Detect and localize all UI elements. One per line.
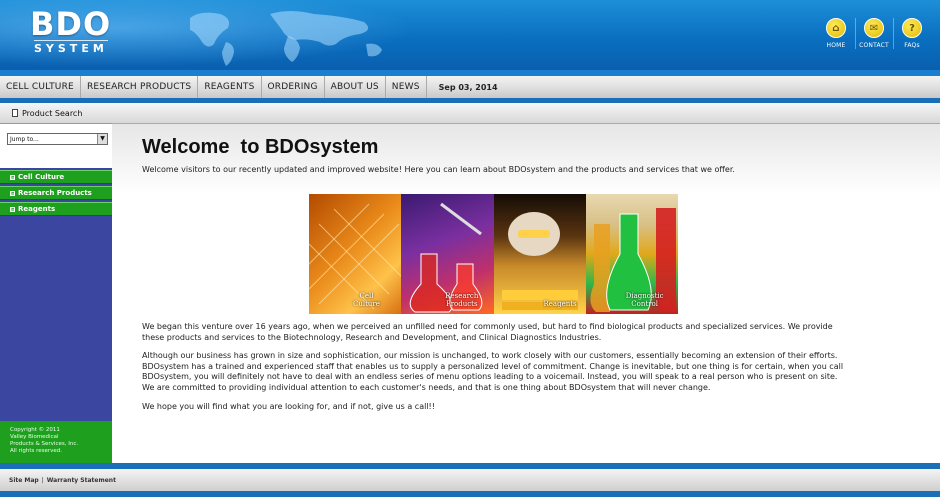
contact-icon: ✉ [864,18,884,38]
category-image-collage: Cell Culture Research Products Reagents [309,194,678,314]
nav-research-products[interactable]: RESEARCH PRODUCTS [81,76,199,98]
about-paragraph-3: We hope you will find what you are looki… [142,402,435,411]
nav-cell-culture[interactable]: CELL CULTURE [0,76,81,98]
expand-icon: ⊟ [10,206,16,213]
copyright-box: Copyright © 2011 Valley Biomedical Produ… [0,421,112,463]
intro-text: Welcome visitors to our recently updated… [142,165,735,174]
chevron-down-icon[interactable]: ▼ [97,134,107,144]
scientist-graphic [501,212,578,310]
research-products-caption: Research Products [445,292,479,308]
content-top-bar [112,103,940,124]
copyright-line: Copyright © 2011 [10,427,60,433]
page-title: Welcome to BDOsystem [142,136,379,158]
site-logo[interactable]: BDO [30,8,111,40]
home-link[interactable]: ⌂ HOME [818,18,854,49]
faq-label: FAQs [904,42,920,49]
sidebar-item-cell-culture[interactable]: ⊟ Cell Culture [0,170,112,184]
footer-bottom-bar [0,491,940,497]
copyright-line: Valley Biomedical [10,434,59,440]
cell-culture-caption: Cell Culture [353,292,380,308]
jump-to-select[interactable]: Jump to... ▼ [7,133,108,145]
reagents-caption: Reagents [543,300,577,308]
faq-link[interactable]: ? FAQs [893,18,930,49]
footer-separator: | [41,476,44,484]
contact-label: CONTACT [859,42,889,49]
main-nav: CELL CULTURE RESEARCH PRODUCTS REAGENTS … [0,76,940,98]
copyright-line: All rights reserved. [10,448,63,454]
sitemap-link[interactable]: Site Map [9,477,39,484]
document-icon [12,109,18,117]
product-search-header[interactable]: Product Search [0,103,112,124]
warranty-statement-link[interactable]: Warranty Statement [47,477,116,484]
copyright-line: Products & Services, Inc. [10,441,79,447]
jump-area: Jump to... ▼ [0,124,112,168]
nav-reagents[interactable]: REAGENTS [198,76,262,98]
site-header: BDO SYSTEM ⌂ HOME ✉ CONTACT ? FAQs [0,0,940,70]
site-logo-subtitle: SYSTEM [34,40,108,55]
research-products-image[interactable]: Research Products [401,194,494,314]
left-sidebar: Product Search Jump to... ▼ ⊟ Cell Cultu… [0,103,112,463]
home-icon: ⌂ [826,18,846,38]
sidebar-item-label: Reagents [18,205,56,213]
home-label: HOME [826,42,846,49]
diagnostic-control-caption: Diagnostic Control [625,292,664,308]
product-search-label: Product Search [22,108,83,118]
content-shade [112,124,940,194]
expand-icon: ⊟ [10,190,16,197]
header-icon-bar: ⌂ HOME ✉ CONTACT ? FAQs [818,18,930,49]
jump-to-value: Jump to... [10,135,39,143]
sidebar-item-label: Research Products [18,189,92,197]
nav-ordering[interactable]: ORDERING [262,76,325,98]
sidebar-item-research-products[interactable]: ⊟ Research Products [0,186,112,200]
world-map-graphic [190,11,382,66]
about-paragraph-2: Although our business has grown in size … [142,351,844,392]
contact-link[interactable]: ✉ CONTACT [855,18,892,49]
site-footer: Site Map | Warranty Statement [0,469,940,491]
nav-news[interactable]: NEWS [386,76,427,98]
diagnostic-control-image[interactable]: Diagnostic Control [585,194,678,314]
faq-icon: ? [902,18,922,38]
reagents-image[interactable]: Reagents [493,194,586,314]
cell-culture-image[interactable]: Cell Culture [309,194,402,314]
sidebar-item-label: Cell Culture [18,173,65,181]
nav-about-us[interactable]: ABOUT US [325,76,386,98]
expand-icon: ⊟ [10,174,16,181]
sidebar-item-reagents[interactable]: ⊟ Reagents [0,202,112,216]
current-date: Sep 03, 2014 [438,82,498,92]
about-paragraph-1: We began this venture over 16 years ago,… [142,322,833,342]
